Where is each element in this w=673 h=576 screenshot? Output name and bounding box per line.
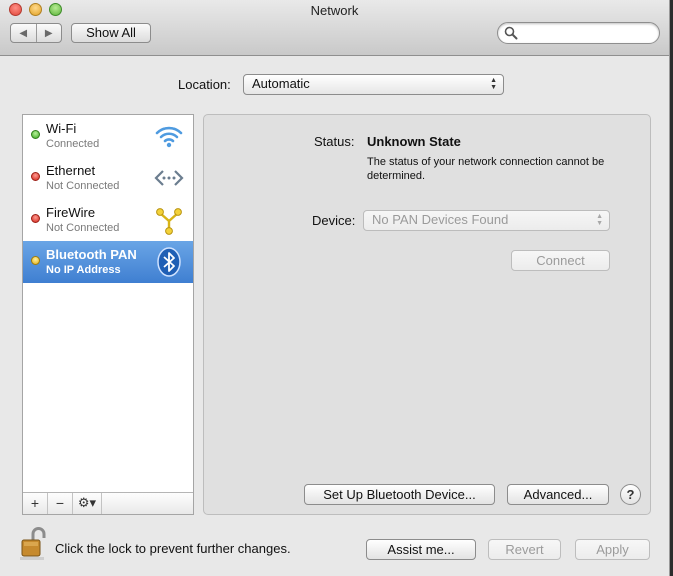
service-item-bluetooth-pan[interactable]: Bluetooth PAN No IP Address bbox=[23, 241, 193, 283]
add-service-button[interactable]: + bbox=[23, 493, 48, 514]
device-popup: No PAN Devices Found ▲ ▼ bbox=[363, 210, 610, 231]
status-dot bbox=[31, 172, 40, 181]
assist-me-button[interactable]: Assist me... bbox=[366, 539, 476, 560]
status-dot bbox=[31, 130, 40, 139]
search-icon bbox=[504, 26, 518, 40]
apply-button: Apply bbox=[575, 539, 650, 560]
firewire-icon bbox=[156, 208, 182, 235]
service-item-ethernet[interactable]: Ethernet Not Connected bbox=[23, 157, 193, 199]
connect-button: Connect bbox=[511, 250, 610, 271]
forward-button[interactable]: ▶ bbox=[37, 24, 62, 42]
back-forward-control: ◀ ▶ bbox=[10, 23, 62, 43]
service-item-firewire[interactable]: FireWire Not Connected bbox=[23, 199, 193, 241]
gear-icon: ⚙▾ bbox=[77, 495, 97, 510]
service-status: Not Connected bbox=[46, 222, 120, 234]
service-status: No IP Address bbox=[46, 264, 121, 276]
service-list: Wi-Fi Connected Ethernet Not Connected F… bbox=[22, 114, 194, 515]
bluetooth-icon bbox=[157, 247, 181, 277]
popup-arrows-icon: ▲ ▼ bbox=[596, 213, 603, 227]
triangle-right-icon: ▶ bbox=[44, 27, 53, 39]
help-button[interactable]: ? bbox=[620, 484, 641, 505]
wifi-icon bbox=[155, 126, 183, 148]
back-button[interactable]: ◀ bbox=[11, 24, 37, 42]
toolbar: Network ◀ ▶ Show All bbox=[0, 0, 669, 56]
lock-message: Click the lock to prevent further change… bbox=[55, 541, 291, 556]
status-description: The status of your network connection ca… bbox=[367, 156, 605, 182]
service-name: Bluetooth PAN bbox=[46, 247, 137, 262]
status-label: Status: bbox=[314, 134, 355, 149]
advanced-button[interactable]: Advanced... bbox=[507, 484, 609, 505]
service-list-controls: + − ⚙▾ bbox=[23, 492, 193, 514]
window-title: Network bbox=[310, 3, 359, 18]
service-name: Wi-Fi bbox=[46, 121, 77, 136]
status-dot bbox=[31, 256, 40, 265]
status-value: Unknown State bbox=[367, 134, 461, 149]
gear-menu-button[interactable]: ⚙▾ bbox=[73, 493, 102, 514]
search-field[interactable] bbox=[497, 22, 660, 44]
service-name: FireWire bbox=[46, 205, 96, 220]
network-preferences-window: Network ◀ ▶ Show All Location: Automatic… bbox=[0, 0, 670, 576]
service-item-wifi[interactable]: Wi-Fi Connected bbox=[23, 115, 193, 157]
service-status: Not Connected bbox=[46, 180, 120, 192]
show-all-button[interactable]: Show All bbox=[71, 23, 151, 43]
search-input[interactable] bbox=[520, 25, 654, 43]
device-value: No PAN Devices Found bbox=[372, 212, 509, 227]
set-up-bluetooth-device-button[interactable]: Set Up Bluetooth Device... bbox=[304, 484, 495, 505]
location-value: Automatic bbox=[252, 76, 310, 91]
device-label: Device: bbox=[312, 213, 356, 228]
remove-service-button[interactable]: − bbox=[48, 493, 73, 514]
service-status: Connected bbox=[46, 138, 100, 150]
status-dot bbox=[31, 214, 40, 223]
location-label: Location: bbox=[178, 77, 231, 92]
lock-open-icon[interactable] bbox=[20, 527, 46, 561]
triangle-left-icon: ◀ bbox=[19, 27, 28, 39]
location-popup[interactable]: Automatic ▲ ▼ bbox=[243, 74, 504, 95]
service-name: Ethernet bbox=[46, 163, 96, 178]
ethernet-icon bbox=[154, 170, 184, 186]
popup-arrows-icon: ▲ ▼ bbox=[490, 77, 497, 91]
revert-button: Revert bbox=[488, 539, 561, 560]
